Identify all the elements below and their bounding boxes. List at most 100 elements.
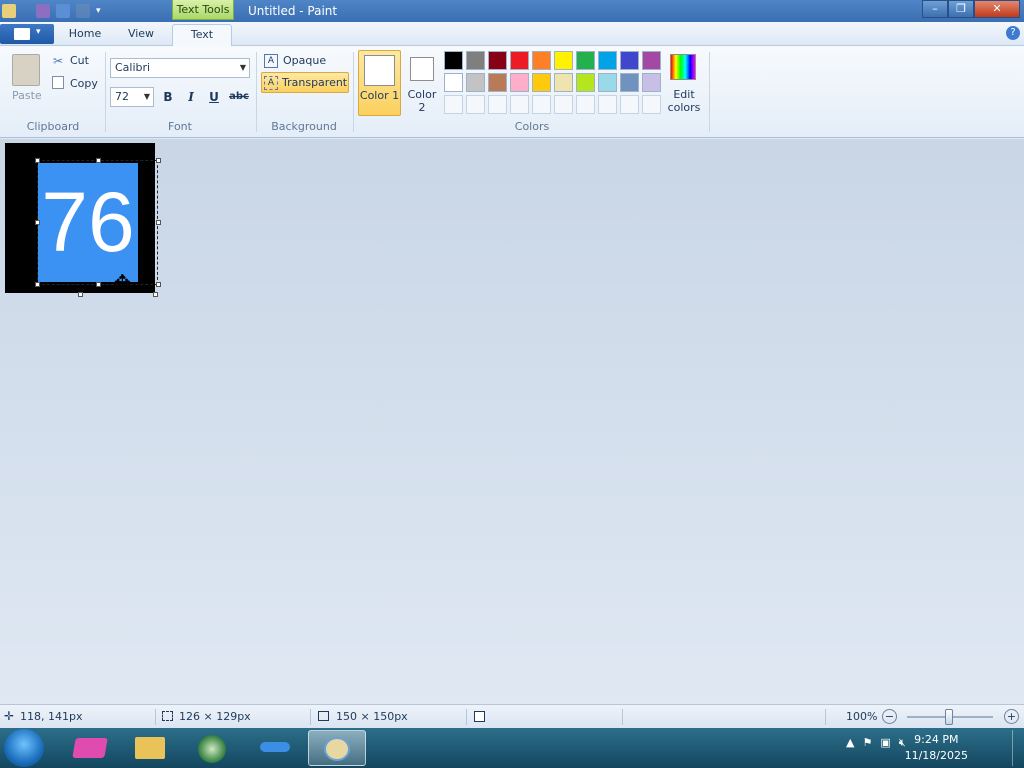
redo-icon[interactable] (76, 4, 90, 18)
tab-text[interactable]: Text (172, 24, 232, 46)
copy-icon[interactable] (52, 76, 64, 89)
color-spectrum-icon (670, 54, 696, 80)
color-swatch[interactable] (598, 51, 617, 70)
color-swatch[interactable] (488, 51, 507, 70)
color-swatch[interactable] (554, 73, 573, 92)
resize-handle[interactable] (156, 282, 161, 287)
paste-icon[interactable] (12, 54, 40, 86)
color-swatch[interactable] (554, 51, 573, 70)
tab-home[interactable]: Home (60, 24, 110, 46)
show-desktop-button[interactable] (1012, 730, 1022, 766)
resize-handle[interactable] (96, 158, 101, 163)
custom-color-slot[interactable] (576, 95, 595, 114)
color-swatch[interactable] (598, 73, 617, 92)
chevron-down-icon: ▾ (36, 27, 41, 37)
font-size-value: 72 (115, 90, 129, 103)
color2-button[interactable]: Color 2 (404, 50, 440, 116)
minimize-button[interactable]: – (922, 0, 948, 18)
color1-swatch (364, 55, 395, 86)
resize-handle[interactable] (156, 158, 161, 163)
window-title: Untitled - Paint (248, 4, 338, 18)
resize-handle[interactable] (96, 282, 101, 287)
custom-color-slot[interactable] (444, 95, 463, 114)
custom-color-slot[interactable] (598, 95, 617, 114)
color-swatch[interactable] (642, 51, 661, 70)
save-icon[interactable] (36, 4, 50, 18)
clock[interactable]: 9:24 PM 11/18/2025 (905, 732, 968, 764)
font-family-select[interactable]: Calibri ▼ (110, 58, 250, 78)
copy-button[interactable]: Copy (70, 77, 98, 90)
custom-color-slot[interactable] (466, 95, 485, 114)
font-group-label: Font (168, 120, 192, 133)
color-swatch[interactable] (510, 73, 529, 92)
system-tray: ▲ ⚑ ▣ 🔇︎ (846, 736, 906, 750)
color-swatch[interactable] (532, 51, 551, 70)
color-swatch[interactable] (576, 73, 595, 92)
zoom-slider-thumb[interactable] (945, 709, 953, 725)
strikethrough-button[interactable]: abc (227, 87, 251, 107)
clipboard-group-label: Clipboard (26, 120, 80, 133)
color-swatch[interactable] (620, 51, 639, 70)
zoom-in-button[interactable]: + (1004, 709, 1019, 724)
transparent-label: Transparent (282, 76, 348, 89)
color-swatch[interactable] (466, 51, 485, 70)
color-swatch[interactable] (642, 73, 661, 92)
opaque-button[interactable]: A Opaque (262, 52, 348, 70)
network-icon[interactable]: ▣ (880, 736, 890, 750)
custom-color-slot[interactable] (488, 95, 507, 114)
close-button[interactable]: ✕ (974, 0, 1020, 18)
canvas-resize-handle[interactable] (78, 292, 83, 297)
color-swatch[interactable] (620, 73, 639, 92)
custom-color-slot[interactable] (554, 95, 573, 114)
paint-menu-button[interactable]: ▾ (0, 24, 54, 44)
bold-button[interactable]: B (158, 87, 178, 107)
underline-button[interactable]: U (204, 87, 224, 107)
undo-icon[interactable] (56, 4, 70, 18)
paint-app-icon[interactable] (2, 4, 16, 18)
taskbar-file-explorer-icon[interactable] (124, 730, 176, 766)
resize-handle[interactable] (35, 158, 40, 163)
resize-handle[interactable] (35, 220, 40, 225)
canvas-resize-handle[interactable] (153, 292, 158, 297)
edit-colors-button[interactable]: Edit colors (667, 52, 701, 116)
background-group-label: Background (271, 120, 337, 133)
color1-label: Color 1 (359, 89, 400, 102)
color-swatch[interactable] (444, 73, 463, 92)
color-swatch[interactable] (510, 51, 529, 70)
transparent-button[interactable]: A Transparent (261, 72, 349, 93)
customize-qat-icon[interactable]: ▾ (96, 6, 101, 16)
font-size-select[interactable]: 72 ▼ (110, 87, 154, 107)
tab-view[interactable]: View (116, 24, 166, 46)
separator (466, 709, 467, 725)
custom-color-slot[interactable] (642, 95, 661, 114)
scissors-icon[interactable]: ✂ (53, 54, 63, 68)
maximize-button[interactable]: ❐ (948, 0, 974, 18)
custom-color-slot[interactable] (510, 95, 529, 114)
custom-color-slot[interactable] (620, 95, 639, 114)
cut-button[interactable]: Cut (70, 54, 89, 67)
paste-button[interactable]: Paste (12, 89, 42, 102)
zoom-out-button[interactable]: − (882, 709, 897, 724)
color-swatch[interactable] (466, 73, 485, 92)
taskbar-app-cat-icon[interactable] (64, 730, 116, 766)
taskbar-key-icon[interactable] (248, 730, 300, 766)
color-swatch[interactable] (444, 51, 463, 70)
start-button[interactable] (4, 729, 44, 767)
taskbar-paint-icon[interactable] (308, 730, 366, 766)
resize-handle[interactable] (35, 282, 40, 287)
help-icon[interactable]: ? (1006, 26, 1020, 40)
separator (622, 709, 623, 725)
color-swatch[interactable] (576, 51, 595, 70)
color1-button[interactable]: Color 1 (358, 50, 401, 116)
clock-time: 9:24 PM (914, 733, 959, 746)
text-selection-rectangle[interactable] (37, 160, 158, 285)
action-center-icon[interactable]: ⚑ (862, 736, 872, 750)
italic-button[interactable]: I (181, 87, 201, 107)
color-swatch[interactable] (532, 73, 551, 92)
resize-handle[interactable] (156, 220, 161, 225)
taskbar-browser-icon[interactable] (186, 730, 238, 766)
color-swatch[interactable] (488, 73, 507, 92)
show-hidden-icons-icon[interactable]: ▲ (846, 736, 854, 750)
custom-color-slot[interactable] (532, 95, 551, 114)
selection-size: 126 × 129px (179, 710, 251, 723)
